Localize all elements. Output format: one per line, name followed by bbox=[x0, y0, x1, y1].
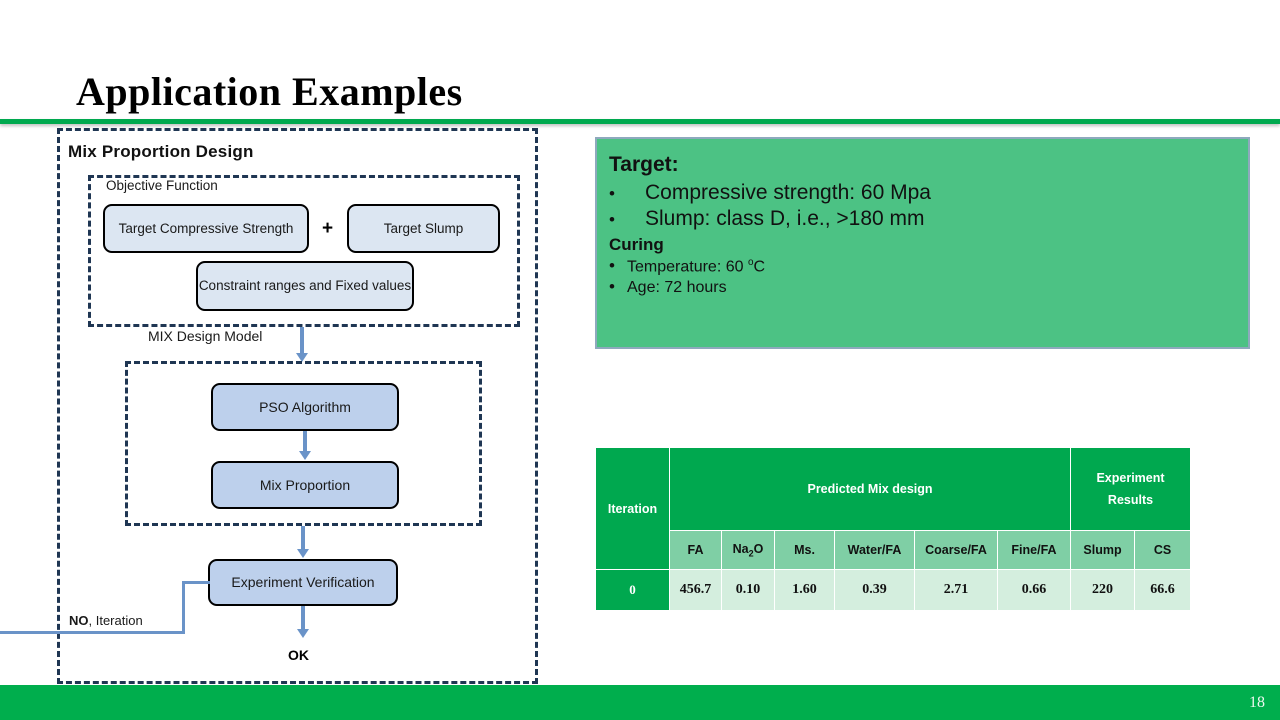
table-row: 0 456.7 0.10 1.60 0.39 2.71 0.66 220 66.… bbox=[595, 569, 1191, 611]
curing-temperature-text: Temperature: 60 bbox=[627, 258, 748, 276]
curing-temperature: Temperature: 60 oC bbox=[619, 257, 765, 276]
na2o-base: Na bbox=[732, 541, 749, 556]
footer-bar bbox=[0, 685, 1280, 720]
slide-canvas: Application Examples Mix Proportion Desi… bbox=[0, 0, 1280, 720]
target-bullet-row: • Compressive strength: 60 Mpa bbox=[609, 181, 1232, 205]
bullet-dot-icon: • bbox=[609, 256, 615, 276]
column-header-ms: Ms. bbox=[774, 530, 835, 570]
target-panel: Target: • Compressive strength: 60 Mpa •… bbox=[595, 137, 1250, 349]
arrow-mp-to-ev-head bbox=[297, 549, 309, 558]
feedback-segment-horizontal-bottom bbox=[0, 631, 185, 634]
node-target-compressive-strength[interactable]: Target Compressive Strength bbox=[103, 204, 309, 253]
cell-water-fa: 0.39 bbox=[834, 569, 915, 611]
title-divider bbox=[0, 119, 1280, 124]
curing-bullet-row: • Temperature: 60 oC bbox=[609, 257, 1232, 276]
plus-operator: + bbox=[322, 218, 334, 239]
column-header-coarse-fa: Coarse/FA bbox=[914, 530, 998, 570]
cell-fa: 456.7 bbox=[669, 569, 722, 611]
feedback-segment-horizontal-top bbox=[182, 581, 210, 584]
column-header-cs: CS bbox=[1134, 530, 1191, 570]
table-header-row-2: FA Na2O Ms. Water/FA Coarse/FA Fine/FA S… bbox=[596, 530, 1191, 570]
node-experiment-verification[interactable]: Experiment Verification bbox=[208, 559, 398, 606]
cell-iteration: 0 bbox=[595, 569, 670, 611]
feedback-no-rest: , Iteration bbox=[88, 613, 143, 628]
temperature-unit: C bbox=[753, 258, 766, 276]
column-header-slump: Slump bbox=[1070, 530, 1135, 570]
target-bullet-slump: Slump: class D, i.e., >180 mm bbox=[645, 207, 925, 230]
node-pso-algorithm[interactable]: PSO Algorithm bbox=[211, 383, 399, 431]
header-experiment-line1: Experiment bbox=[1096, 471, 1165, 485]
mix-design-model-label: MIX Design Model bbox=[148, 328, 263, 344]
ok-label: OK bbox=[288, 647, 309, 663]
arrow-pso-to-mp-shaft bbox=[303, 431, 307, 453]
header-predicted-mix-design: Predicted Mix design bbox=[669, 447, 1071, 531]
curing-bullet-row: • Age: 72 hours bbox=[609, 278, 1232, 297]
header-experiment-line2: Results bbox=[1107, 493, 1154, 507]
cell-cs: 66.6 bbox=[1134, 569, 1191, 611]
bullet-dot-icon: • bbox=[609, 277, 615, 297]
flowchart-title: Mix Proportion Design bbox=[68, 142, 254, 161]
target-bullet-compressive-strength: Compressive strength: 60 Mpa bbox=[645, 181, 931, 204]
cell-na2o: 0.10 bbox=[721, 569, 775, 611]
feedback-no-bold: NO bbox=[69, 613, 89, 628]
column-header-water-fa: Water/FA bbox=[834, 530, 915, 570]
feedback-no-label: NO, Iteration bbox=[69, 613, 143, 628]
arrow-ev-to-ok-head bbox=[297, 629, 309, 638]
node-target-slump[interactable]: Target Slump bbox=[347, 204, 500, 253]
page-title: Application Examples bbox=[76, 69, 463, 114]
feedback-segment-vertical bbox=[182, 581, 185, 633]
node-constraint-ranges[interactable]: Constraint ranges and Fixed values bbox=[196, 261, 414, 311]
bullet-dot-icon: • bbox=[609, 210, 615, 229]
results-table: Iteration Predicted Mix design Experimen… bbox=[595, 447, 1191, 611]
bullet-dot-icon: • bbox=[609, 184, 615, 203]
cell-slump: 220 bbox=[1070, 569, 1135, 611]
cell-coarse-fa: 2.71 bbox=[914, 569, 998, 611]
node-mix-proportion[interactable]: Mix Proportion bbox=[211, 461, 399, 509]
cell-fine-fa: 0.66 bbox=[997, 569, 1071, 611]
column-header-fine-fa: Fine/FA bbox=[997, 530, 1071, 570]
page-number: 18 bbox=[1249, 694, 1265, 711]
target-heading: Target: bbox=[609, 153, 679, 176]
header-iteration: Iteration bbox=[595, 447, 670, 570]
table-header-row-1: Iteration Predicted Mix design Experimen… bbox=[595, 447, 1191, 570]
header-experiment-results: Experiment Results bbox=[1070, 447, 1191, 531]
column-header-fa: FA bbox=[669, 530, 722, 570]
arrow-pso-to-mp-head bbox=[299, 451, 311, 460]
target-bullet-row: • Slump: class D, i.e., >180 mm bbox=[609, 207, 1232, 231]
curing-age: Age: 72 hours bbox=[627, 279, 727, 297]
objective-function-label: Objective Function bbox=[106, 178, 218, 193]
na2o-tail: O bbox=[753, 541, 764, 556]
curing-heading: Curing bbox=[609, 235, 664, 254]
cell-ms: 1.60 bbox=[774, 569, 835, 611]
column-header-na2o: Na2O bbox=[721, 530, 775, 570]
